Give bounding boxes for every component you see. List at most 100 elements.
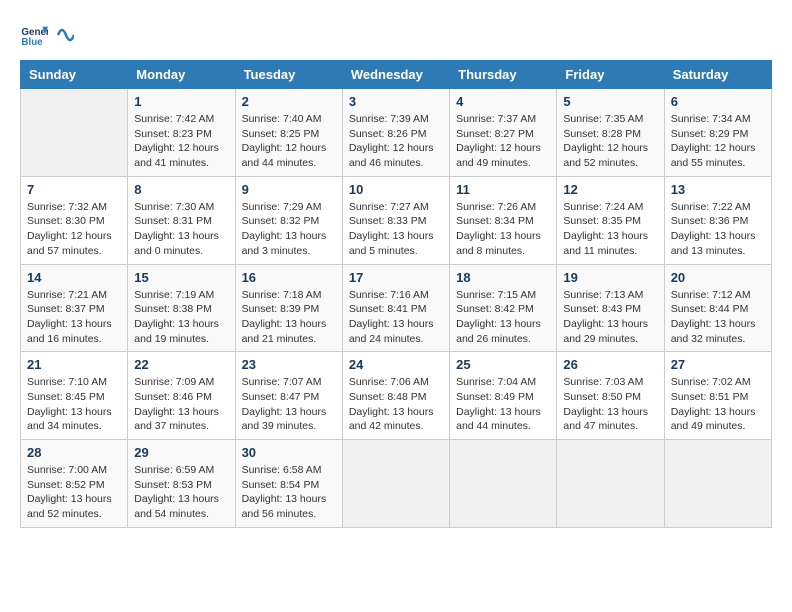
day-info: Sunrise: 7:18 AMSunset: 8:39 PMDaylight:… xyxy=(242,288,336,347)
day-info: Sunrise: 7:27 AMSunset: 8:33 PMDaylight:… xyxy=(349,200,443,259)
day-number: 16 xyxy=(242,270,336,285)
day-info: Sunrise: 7:10 AMSunset: 8:45 PMDaylight:… xyxy=(27,375,121,434)
day-info: Sunrise: 7:04 AMSunset: 8:49 PMDaylight:… xyxy=(456,375,550,434)
calendar-cell: 24 Sunrise: 7:06 AMSunset: 8:48 PMDayligh… xyxy=(342,352,449,440)
day-number: 4 xyxy=(456,94,550,109)
calendar-cell xyxy=(664,440,771,528)
calendar-cell: 14 Sunrise: 7:21 AMSunset: 8:37 PMDayligh… xyxy=(21,264,128,352)
day-info: Sunrise: 7:24 AMSunset: 8:35 PMDaylight:… xyxy=(563,200,657,259)
day-number: 8 xyxy=(134,182,228,197)
calendar-cell: 2 Sunrise: 7:40 AMSunset: 8:25 PMDaylight… xyxy=(235,89,342,177)
day-number: 7 xyxy=(27,182,121,197)
day-info: Sunrise: 7:40 AMSunset: 8:25 PMDaylight:… xyxy=(242,112,336,171)
calendar-cell: 21 Sunrise: 7:10 AMSunset: 8:45 PMDayligh… xyxy=(21,352,128,440)
logo: General Blue xyxy=(20,20,74,50)
calendar-cell: 12 Sunrise: 7:24 AMSunset: 8:35 PMDayligh… xyxy=(557,176,664,264)
day-number: 29 xyxy=(134,445,228,460)
calendar-cell xyxy=(342,440,449,528)
day-number: 10 xyxy=(349,182,443,197)
day-info: Sunrise: 7:34 AMSunset: 8:29 PMDaylight:… xyxy=(671,112,765,171)
day-number: 21 xyxy=(27,357,121,372)
col-header-wednesday: Wednesday xyxy=(342,61,449,89)
calendar-cell: 6 Sunrise: 7:34 AMSunset: 8:29 PMDaylight… xyxy=(664,89,771,177)
day-info: Sunrise: 7:42 AMSunset: 8:23 PMDaylight:… xyxy=(134,112,228,171)
calendar-cell: 8 Sunrise: 7:30 AMSunset: 8:31 PMDaylight… xyxy=(128,176,235,264)
day-number: 25 xyxy=(456,357,550,372)
calendar-cell: 16 Sunrise: 7:18 AMSunset: 8:39 PMDayligh… xyxy=(235,264,342,352)
day-info: Sunrise: 7:02 AMSunset: 8:51 PMDaylight:… xyxy=(671,375,765,434)
day-info: Sunrise: 7:07 AMSunset: 8:47 PMDaylight:… xyxy=(242,375,336,434)
day-number: 30 xyxy=(242,445,336,460)
calendar-cell: 5 Sunrise: 7:35 AMSunset: 8:28 PMDaylight… xyxy=(557,89,664,177)
day-number: 28 xyxy=(27,445,121,460)
calendar-cell xyxy=(557,440,664,528)
day-info: Sunrise: 6:59 AMSunset: 8:53 PMDaylight:… xyxy=(134,463,228,522)
day-number: 11 xyxy=(456,182,550,197)
day-number: 23 xyxy=(242,357,336,372)
col-header-friday: Friday xyxy=(557,61,664,89)
day-number: 24 xyxy=(349,357,443,372)
day-number: 14 xyxy=(27,270,121,285)
day-info: Sunrise: 7:30 AMSunset: 8:31 PMDaylight:… xyxy=(134,200,228,259)
calendar-cell: 27 Sunrise: 7:02 AMSunset: 8:51 PMDayligh… xyxy=(664,352,771,440)
day-info: Sunrise: 7:13 AMSunset: 8:43 PMDaylight:… xyxy=(563,288,657,347)
calendar-cell: 29 Sunrise: 6:59 AMSunset: 8:53 PMDayligh… xyxy=(128,440,235,528)
calendar-cell: 7 Sunrise: 7:32 AMSunset: 8:30 PMDaylight… xyxy=(21,176,128,264)
day-info: Sunrise: 7:12 AMSunset: 8:44 PMDaylight:… xyxy=(671,288,765,347)
day-info: Sunrise: 7:06 AMSunset: 8:48 PMDaylight:… xyxy=(349,375,443,434)
day-info: Sunrise: 7:15 AMSunset: 8:42 PMDaylight:… xyxy=(456,288,550,347)
day-number: 2 xyxy=(242,94,336,109)
svg-text:Blue: Blue xyxy=(21,37,43,48)
calendar-cell: 10 Sunrise: 7:27 AMSunset: 8:33 PMDayligh… xyxy=(342,176,449,264)
day-info: Sunrise: 7:35 AMSunset: 8:28 PMDaylight:… xyxy=(563,112,657,171)
calendar-cell: 9 Sunrise: 7:29 AMSunset: 8:32 PMDaylight… xyxy=(235,176,342,264)
calendar-cell: 30 Sunrise: 6:58 AMSunset: 8:54 PMDayligh… xyxy=(235,440,342,528)
day-number: 17 xyxy=(349,270,443,285)
calendar-cell: 19Sunrise: 7:13 AMSunset: 8:43 PMDayligh… xyxy=(557,264,664,352)
day-info: Sunrise: 6:58 AMSunset: 8:54 PMDaylight:… xyxy=(242,463,336,522)
day-number: 9 xyxy=(242,182,336,197)
day-info: Sunrise: 7:32 AMSunset: 8:30 PMDaylight:… xyxy=(27,200,121,259)
day-info: Sunrise: 7:39 AMSunset: 8:26 PMDaylight:… xyxy=(349,112,443,171)
day-info: Sunrise: 7:29 AMSunset: 8:32 PMDaylight:… xyxy=(242,200,336,259)
day-number: 20 xyxy=(671,270,765,285)
calendar-cell: 17Sunrise: 7:16 AMSunset: 8:41 PMDayligh… xyxy=(342,264,449,352)
day-number: 3 xyxy=(349,94,443,109)
calendar-cell: 25 Sunrise: 7:04 AMSunset: 8:49 PMDayligh… xyxy=(450,352,557,440)
col-header-monday: Monday xyxy=(128,61,235,89)
day-info: Sunrise: 7:03 AMSunset: 8:50 PMDaylight:… xyxy=(563,375,657,434)
day-info: Sunrise: 7:22 AMSunset: 8:36 PMDaylight:… xyxy=(671,200,765,259)
day-number: 18 xyxy=(456,270,550,285)
calendar-cell: 26 Sunrise: 7:03 AMSunset: 8:50 PMDayligh… xyxy=(557,352,664,440)
calendar-cell: 15 Sunrise: 7:19 AMSunset: 8:38 PMDayligh… xyxy=(128,264,235,352)
day-info: Sunrise: 7:00 AMSunset: 8:52 PMDaylight:… xyxy=(27,463,121,522)
calendar-cell: 4Sunrise: 7:37 AMSunset: 8:27 PMDaylight… xyxy=(450,89,557,177)
day-info: Sunrise: 7:26 AMSunset: 8:34 PMDaylight:… xyxy=(456,200,550,259)
day-info: Sunrise: 7:09 AMSunset: 8:46 PMDaylight:… xyxy=(134,375,228,434)
calendar-cell: 28 Sunrise: 7:00 AMSunset: 8:52 PMDayligh… xyxy=(21,440,128,528)
day-number: 6 xyxy=(671,94,765,109)
calendar-cell: 11 Sunrise: 7:26 AMSunset: 8:34 PMDayligh… xyxy=(450,176,557,264)
logo-wave-icon xyxy=(56,20,74,50)
calendar-cell: 13Sunrise: 7:22 AMSunset: 8:36 PMDayligh… xyxy=(664,176,771,264)
calendar-cell xyxy=(450,440,557,528)
calendar-cell: 20 Sunrise: 7:12 AMSunset: 8:44 PMDayligh… xyxy=(664,264,771,352)
day-number: 1 xyxy=(134,94,228,109)
day-number: 27 xyxy=(671,357,765,372)
day-number: 22 xyxy=(134,357,228,372)
day-number: 5 xyxy=(563,94,657,109)
calendar-cell: 3 Sunrise: 7:39 AMSunset: 8:26 PMDaylight… xyxy=(342,89,449,177)
day-number: 15 xyxy=(134,270,228,285)
calendar-cell: 1 Sunrise: 7:42 AMSunset: 8:23 PMDaylight… xyxy=(128,89,235,177)
calendar-table: SundayMondayTuesdayWednesdayThursdayFrid… xyxy=(20,60,772,528)
col-header-thursday: Thursday xyxy=(450,61,557,89)
day-info: Sunrise: 7:19 AMSunset: 8:38 PMDaylight:… xyxy=(134,288,228,347)
day-number: 26 xyxy=(563,357,657,372)
day-number: 12 xyxy=(563,182,657,197)
calendar-cell: 23 Sunrise: 7:07 AMSunset: 8:47 PMDayligh… xyxy=(235,352,342,440)
calendar-cell: 18 Sunrise: 7:15 AMSunset: 8:42 PMDayligh… xyxy=(450,264,557,352)
day-info: Sunrise: 7:21 AMSunset: 8:37 PMDaylight:… xyxy=(27,288,121,347)
calendar-cell xyxy=(21,89,128,177)
col-header-saturday: Saturday xyxy=(664,61,771,89)
col-header-tuesday: Tuesday xyxy=(235,61,342,89)
